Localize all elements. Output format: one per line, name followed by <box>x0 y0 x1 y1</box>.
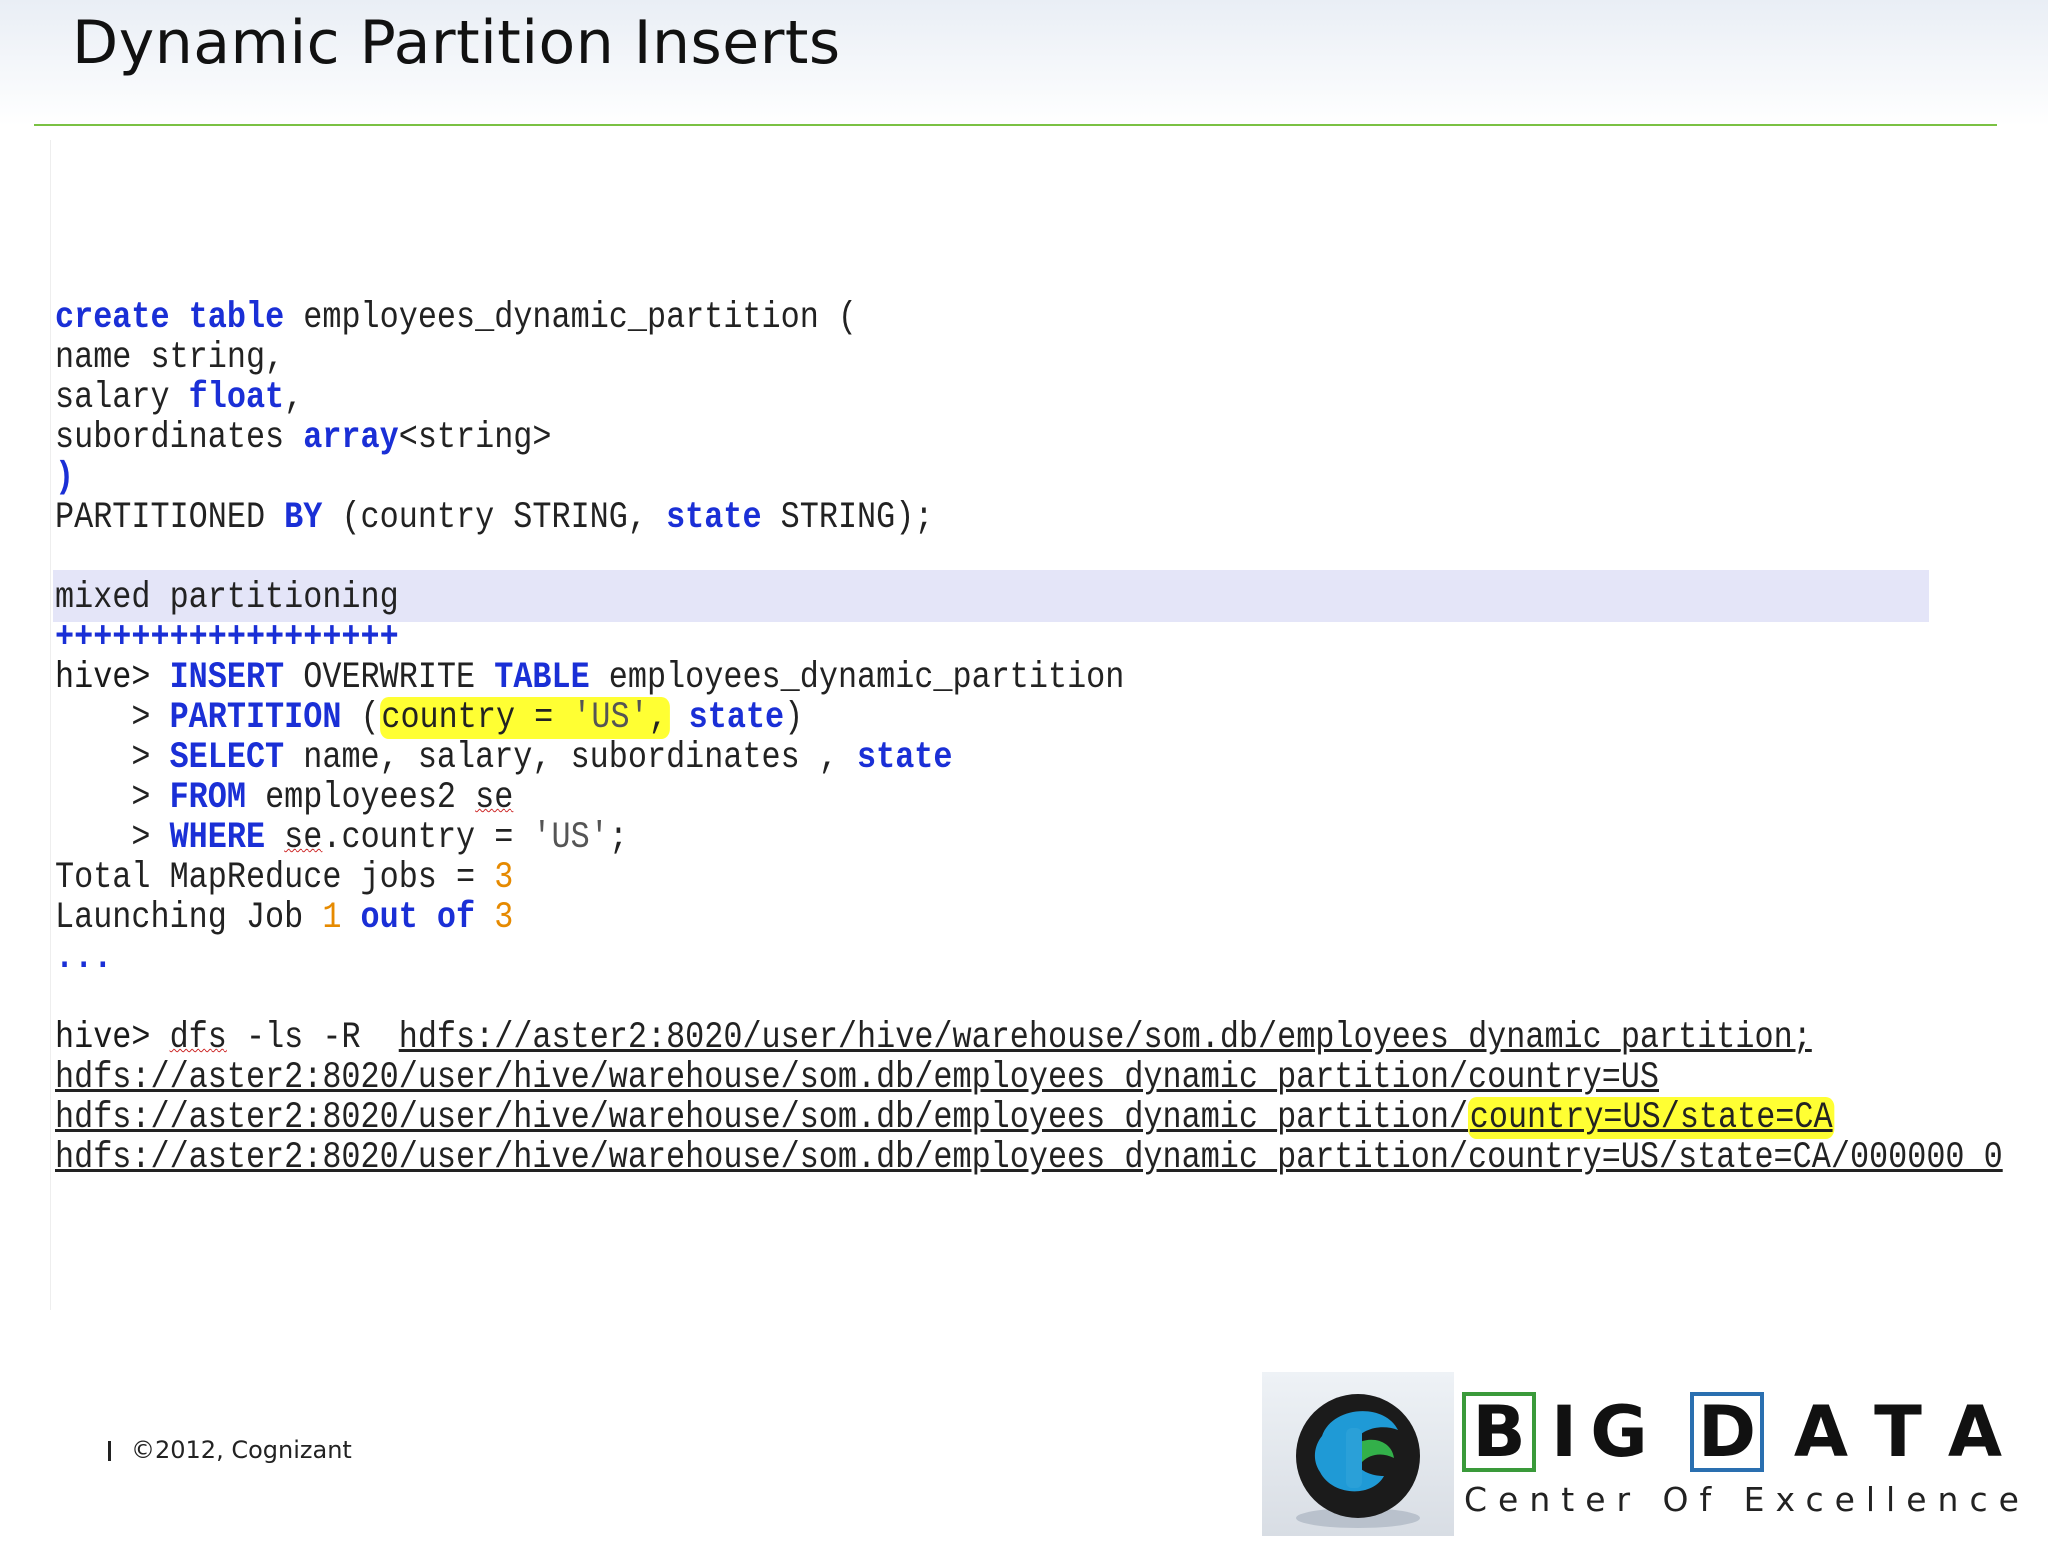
footer-divider <box>108 1441 111 1461</box>
logo-letter: A <box>1793 1391 1849 1473</box>
cognizant-globe-icon <box>1296 1394 1420 1528</box>
slide-title: Dynamic Partition Inserts <box>72 8 841 78</box>
code-line-subordinates: subordinates array<string> <box>55 417 552 459</box>
logo-globe-panel <box>1262 1372 1454 1536</box>
code-screenshot: create table employees_dynamic_partition… <box>50 140 2003 1310</box>
code-line-ellipsis: ... <box>55 937 113 979</box>
title-divider <box>34 124 1997 126</box>
code-line-launching-job: Launching Job 1 out of 3 <box>55 897 514 939</box>
logo-letter: A <box>1947 1391 2003 1473</box>
code-line-partitioned-by: PARTITIONED BY (country STRING, state ST… <box>55 497 934 539</box>
logo-wordmark: B I G D A T A <box>1462 1392 2018 1474</box>
code-line-output-3: hdfs://aster2:8020/user/hive/warehouse/s… <box>55 1137 2003 1179</box>
logo-letter: I <box>1550 1391 1578 1473</box>
logo-letter: D <box>1690 1392 1764 1472</box>
logo-letter: B <box>1462 1392 1536 1472</box>
logo-letter: T <box>1874 1391 1922 1473</box>
logo-letter: G <box>1590 1391 1648 1473</box>
big-data-logo: B I G D A T A Center Of Excellence <box>1262 1372 2019 1536</box>
footer-copyright: ©2012, Cognizant <box>108 1436 352 1464</box>
logo-tagline: Center Of Excellence <box>1464 1480 2030 1519</box>
